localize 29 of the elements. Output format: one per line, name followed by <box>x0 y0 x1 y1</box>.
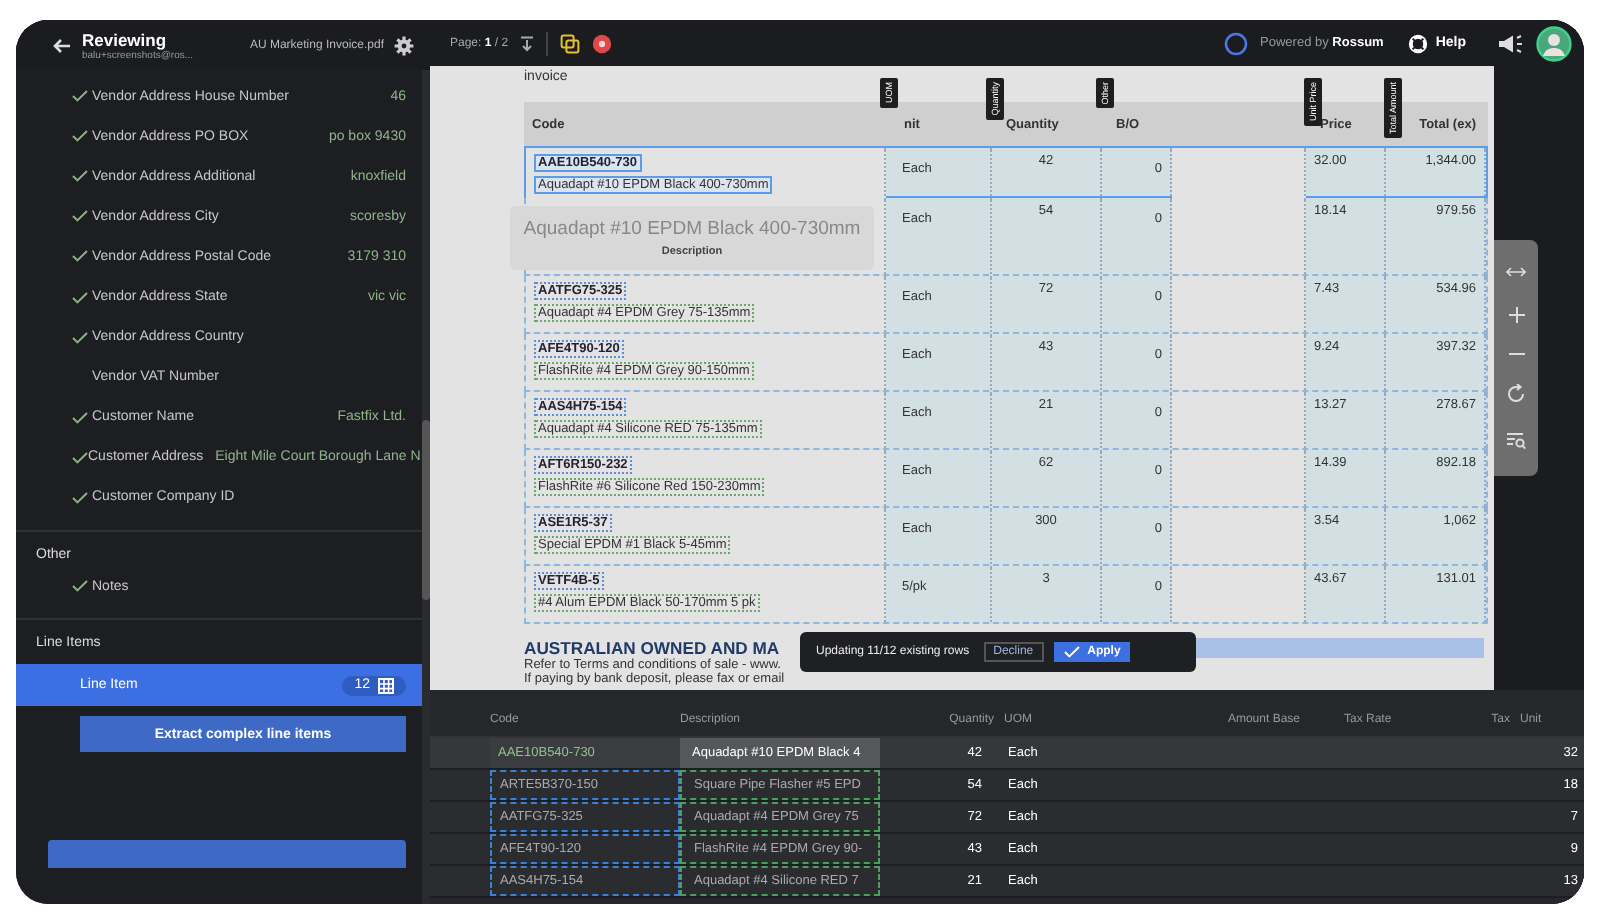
check-icon <box>72 491 88 504</box>
avatar-icon[interactable] <box>1536 25 1572 61</box>
megaphone-icon[interactable] <box>1498 33 1524 53</box>
check-icon <box>72 331 88 344</box>
check-icon <box>1063 646 1080 658</box>
check-icon <box>72 250 88 263</box>
copy-icon[interactable] <box>560 33 581 53</box>
ring-logo-icon <box>1224 31 1249 55</box>
zoom-in-icon[interactable] <box>1507 306 1525 324</box>
check-icon <box>72 170 88 183</box>
check-icon <box>72 411 88 424</box>
fit-width-icon[interactable] <box>1506 266 1526 278</box>
search-list-icon[interactable] <box>1506 432 1526 450</box>
table-icon <box>378 677 394 694</box>
tooltip-text: Aquadapt #10 EPDM Black 400-730mm <box>523 218 861 240</box>
error-icon[interactable] <box>592 33 613 53</box>
rotate-icon[interactable] <box>1506 384 1526 404</box>
action-button[interactable] <box>48 840 406 869</box>
check-icon <box>72 210 88 223</box>
review-title: Reviewing <box>82 29 169 49</box>
check-icon <box>72 451 88 464</box>
settings-icon[interactable] <box>394 35 414 55</box>
download-icon[interactable] <box>520 35 535 51</box>
lifebuoy-icon <box>1407 33 1428 53</box>
back-arrow-icon[interactable] <box>52 35 72 55</box>
check-icon <box>72 130 88 143</box>
check-icon <box>72 291 88 304</box>
check-icon <box>72 580 88 593</box>
check-icon <box>72 90 88 103</box>
